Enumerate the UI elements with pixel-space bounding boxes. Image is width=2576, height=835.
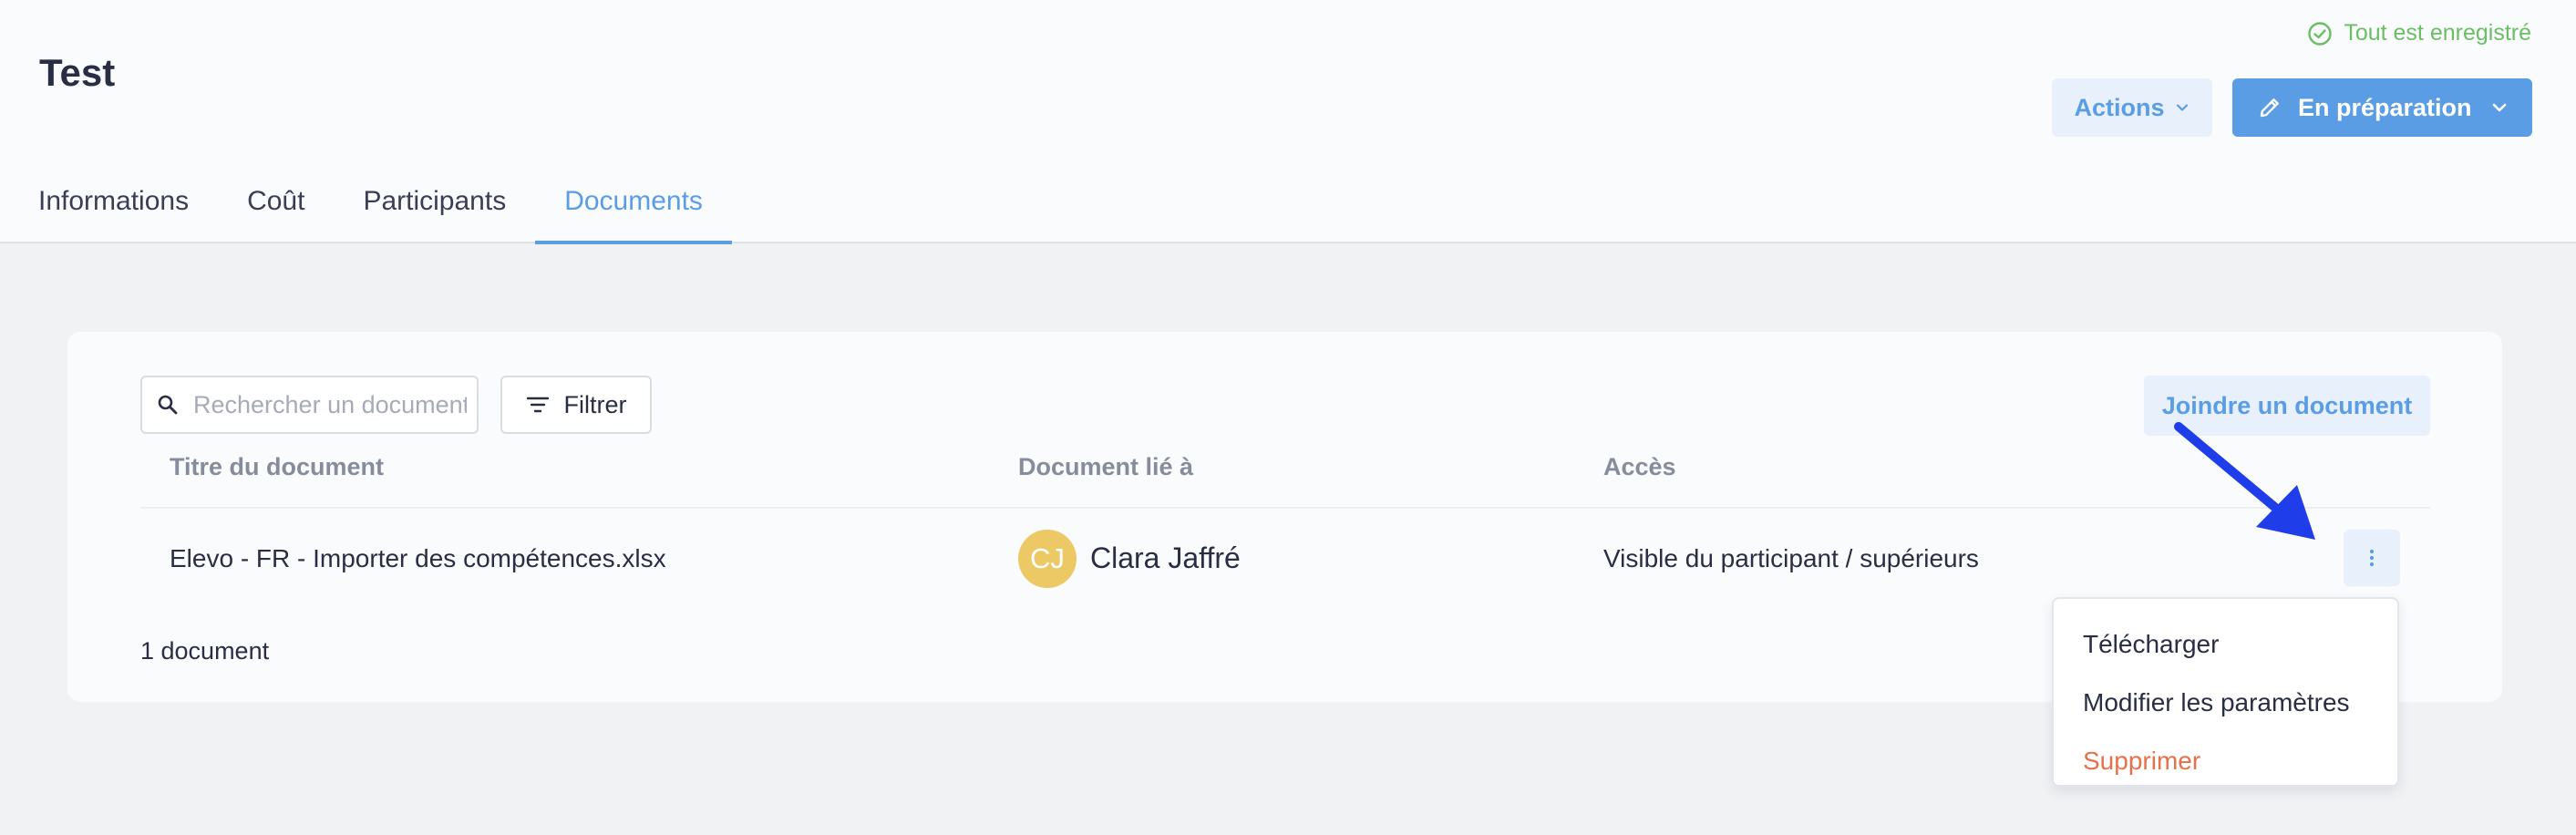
menu-item-edit-settings[interactable]: Modifier les paramètres [2054,674,2397,732]
filter-button-label: Filtrer [563,390,627,418]
search-icon [158,395,178,415]
status-label: En préparation [2298,93,2472,121]
row-more-button[interactable] [2344,530,2400,586]
filter-icon [526,397,549,413]
document-count: 1 document [140,637,270,665]
column-header-linked-to: Document lié à [1018,453,1194,480]
chevron-down-icon [2492,103,2507,112]
pencil-icon [2260,98,2279,118]
filter-button[interactable]: Filtrer [500,376,652,434]
chevron-down-icon [2176,104,2188,111]
check-circle-icon [2308,21,2333,46]
avatar: CJ [1018,530,1077,588]
document-title[interactable]: Elevo - FR - Importer des compétences.xl… [170,544,666,573]
annotation-arrow [2174,422,2315,540]
actions-button-label: Actions [2074,93,2165,121]
search-input[interactable] [193,390,467,419]
tab-participants[interactable]: Participants [334,179,535,243]
column-header-access: Accès [1603,453,1676,480]
search-field[interactable] [140,376,479,434]
page-title: Test [39,51,116,94]
menu-item-download[interactable]: Télécharger [2054,615,2397,674]
linked-person-name: Clara Jaffré [1090,541,1241,574]
save-status-text: Tout est enregistré [2344,20,2531,46]
status-dropdown-button[interactable]: En préparation [2232,78,2532,137]
more-vertical-icon [2369,549,2375,567]
tab-cout[interactable]: Coût [218,179,334,243]
save-status: Tout est enregistré [2307,20,2531,46]
menu-item-delete[interactable]: Supprimer [2054,732,2397,790]
tab-informations[interactable]: Informations [9,179,218,243]
table-divider [140,507,2430,509]
page-header: Test Tout est enregistré Actions En prép… [0,0,2576,244]
actions-button[interactable]: Actions [2052,78,2212,137]
column-header-title: Titre du document [170,453,385,480]
document-access: Visible du participant / supérieurs [1603,544,1979,572]
row-actions-menu: Télécharger Modifier les paramètres Supp… [2052,597,2399,787]
tab-documents[interactable]: Documents [535,179,732,244]
tab-bar: Informations Coût Participants Documents [38,179,732,244]
